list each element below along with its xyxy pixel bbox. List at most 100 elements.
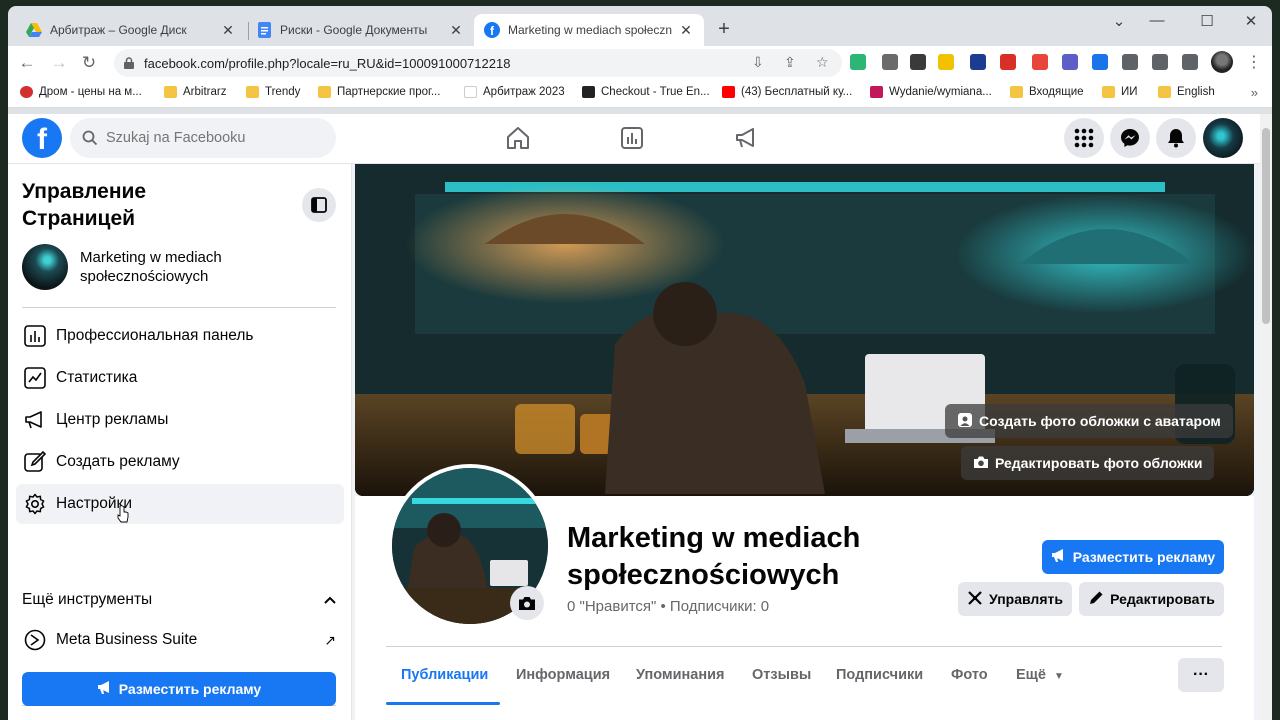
extension-icon[interactable] xyxy=(1092,54,1108,70)
side-panel-icon[interactable] xyxy=(1182,54,1198,70)
promote-label: Разместить рекламу xyxy=(118,681,262,697)
bookmark-item[interactable]: Checkout - True En... xyxy=(582,86,710,98)
folder-icon xyxy=(318,86,331,98)
bookmark-item[interactable]: English xyxy=(1158,86,1215,98)
share-icon[interactable]: ⇪ xyxy=(784,54,796,71)
bookmark-label: Партнерские прог... xyxy=(337,86,441,98)
edit-cover-button[interactable]: Редактировать фото обложки xyxy=(961,446,1215,480)
tab-photos[interactable]: Фото xyxy=(951,667,988,683)
reload-icon[interactable]: ↻ xyxy=(78,52,100,74)
tab-mentions[interactable]: Упоминания xyxy=(636,667,725,683)
browser-menu-icon[interactable]: ⋮ xyxy=(1246,52,1262,72)
menu-grid-button[interactable] xyxy=(1064,118,1104,158)
search-box[interactable] xyxy=(70,118,336,158)
sidebar-page-name: Marketing w mediach społecznościowych xyxy=(80,249,222,285)
page-icon xyxy=(464,86,477,98)
sidebar-item-settings[interactable]: Настройки xyxy=(16,484,344,524)
sidebar-item-meta-business-suite[interactable]: Meta Business Suite ↗ xyxy=(16,620,344,660)
dashboard-icon[interactable] xyxy=(618,124,646,152)
promote-button[interactable]: Разместить рекламу xyxy=(1042,540,1224,574)
grid-icon xyxy=(1074,128,1094,148)
extension-icon[interactable] xyxy=(938,54,954,70)
close-tab-icon[interactable]: ✕ xyxy=(448,22,464,39)
manage-button[interactable]: Управлять xyxy=(958,582,1072,616)
tab-google-drive[interactable]: Арбитраж – Google Диск ✕ xyxy=(16,14,246,46)
tab-more[interactable]: Ещё ▼ xyxy=(1016,667,1064,683)
page-scrollbar[interactable] xyxy=(1260,114,1272,720)
lock-icon xyxy=(124,57,134,69)
tab-facebook-active[interactable]: f Marketing w mediach społeczności ✕ xyxy=(474,14,704,46)
bookmark-item[interactable]: Входящие xyxy=(1010,86,1084,98)
close-tab-icon[interactable]: ✕ xyxy=(678,22,694,39)
maximize-icon[interactable]: ☐ xyxy=(1192,12,1222,30)
sidebar-promote-button[interactable]: Разместить рекламу xyxy=(22,672,336,706)
browser-window: Арбитраж – Google Диск ✕ Риски - Google … xyxy=(8,6,1272,114)
reading-list-icon[interactable] xyxy=(1152,54,1168,70)
search-input[interactable] xyxy=(106,130,306,146)
browser-toolbar: ← → ↻ facebook.com/profile.php?locale=ru… xyxy=(8,46,1272,80)
sidebar-item-ad-center[interactable]: Центр рекламы xyxy=(16,400,344,440)
external-link-icon: ↗ xyxy=(324,631,336,648)
messenger-button[interactable] xyxy=(1110,118,1150,158)
extension-icon[interactable] xyxy=(1000,54,1016,70)
notifications-button[interactable] xyxy=(1156,118,1196,158)
address-bar[interactable]: facebook.com/profile.php?locale=ru_RU&id… xyxy=(114,49,842,77)
extension-icon[interactable] xyxy=(970,54,986,70)
extension-icon[interactable] xyxy=(1032,54,1048,70)
bookmark-item[interactable]: ИИ xyxy=(1102,86,1138,98)
folder-icon xyxy=(1158,86,1171,98)
tab-about[interactable]: Информация xyxy=(516,667,610,683)
megaphone-icon[interactable] xyxy=(732,124,760,152)
tab-reviews[interactable]: Отзывы xyxy=(752,667,811,683)
bookmark-item[interactable]: Арбитраж 2023 xyxy=(464,86,565,98)
bookmark-item[interactable]: Партнерские прог... xyxy=(318,86,440,98)
tab-google-docs[interactable]: Риски - Google Документы ✕ xyxy=(246,14,474,46)
sidebar-item-create-ad[interactable]: Создать рекламу xyxy=(16,442,344,482)
extension-icon[interactable] xyxy=(850,54,866,70)
tab-posts[interactable]: Публикации xyxy=(401,667,488,683)
account-avatar[interactable] xyxy=(1203,118,1243,158)
more-tools-label: Ещё инструменты xyxy=(22,591,153,608)
browser-profile-avatar[interactable] xyxy=(1211,51,1233,73)
sidebar-item-professional-dashboard[interactable]: Профессиональная панель xyxy=(16,316,344,356)
bell-icon xyxy=(1168,129,1184,148)
bookmark-item[interactable]: Arbitrarz xyxy=(164,86,226,98)
edit-button[interactable]: Редактировать xyxy=(1079,582,1224,616)
sidebar-collapse-button[interactable] xyxy=(302,188,336,222)
chevron-down-icon[interactable]: ⌄ xyxy=(1104,12,1134,30)
more-options-button[interactable]: ··· xyxy=(1178,658,1224,692)
checkout-icon xyxy=(582,86,595,98)
forward-icon[interactable]: → xyxy=(48,52,70,74)
extension-icon[interactable] xyxy=(1062,54,1078,70)
extension-icon[interactable] xyxy=(910,54,926,70)
extension-icon[interactable] xyxy=(882,54,898,70)
close-window-icon[interactable]: ✕ xyxy=(1236,12,1266,30)
bookmark-item[interactable]: Trendy xyxy=(246,86,300,98)
minimize-icon[interactable]: — xyxy=(1142,12,1172,29)
bookmark-item[interactable]: Дром - цены на м... xyxy=(20,86,142,98)
back-icon[interactable]: ← xyxy=(16,52,38,74)
page-name: Marketing w mediach społecznościowych xyxy=(567,522,861,591)
facebook-logo[interactable]: f xyxy=(22,118,62,158)
bookmark-item[interactable]: Wydanie/wymiana... xyxy=(870,86,992,98)
bookmark-label: English xyxy=(1177,86,1215,98)
create-avatar-cover-button[interactable]: Создать фото обложки с аватаром xyxy=(945,404,1233,438)
bookmark-star-icon[interactable]: ☆ xyxy=(816,54,829,71)
meta-business-suite-icon xyxy=(22,627,48,653)
home-icon[interactable] xyxy=(504,124,532,152)
close-tab-icon[interactable]: ✕ xyxy=(220,22,236,39)
bookmark-label: Checkout - True En... xyxy=(601,86,710,98)
change-profile-picture-button[interactable] xyxy=(510,586,544,620)
bookmark-item[interactable]: (43) Бесплатный ку... xyxy=(722,86,852,98)
more-tools-toggle[interactable]: Ещё инструменты xyxy=(22,591,336,609)
puzzle-icon[interactable] xyxy=(1122,54,1138,70)
sidebar-page-switcher[interactable]: Marketing w mediach społecznościowych xyxy=(22,244,260,290)
chevron-right-double-icon[interactable]: » xyxy=(1251,85,1258,100)
megaphone-icon xyxy=(1051,548,1067,566)
sidebar-item-statistics[interactable]: Статистика xyxy=(16,358,344,398)
wydanie-icon xyxy=(870,86,883,98)
tab-followers[interactable]: Подписчики xyxy=(836,667,923,683)
scrollbar-thumb[interactable] xyxy=(1262,128,1270,324)
new-tab-icon[interactable]: + xyxy=(712,18,736,41)
install-icon[interactable]: ⇩ xyxy=(752,54,764,71)
